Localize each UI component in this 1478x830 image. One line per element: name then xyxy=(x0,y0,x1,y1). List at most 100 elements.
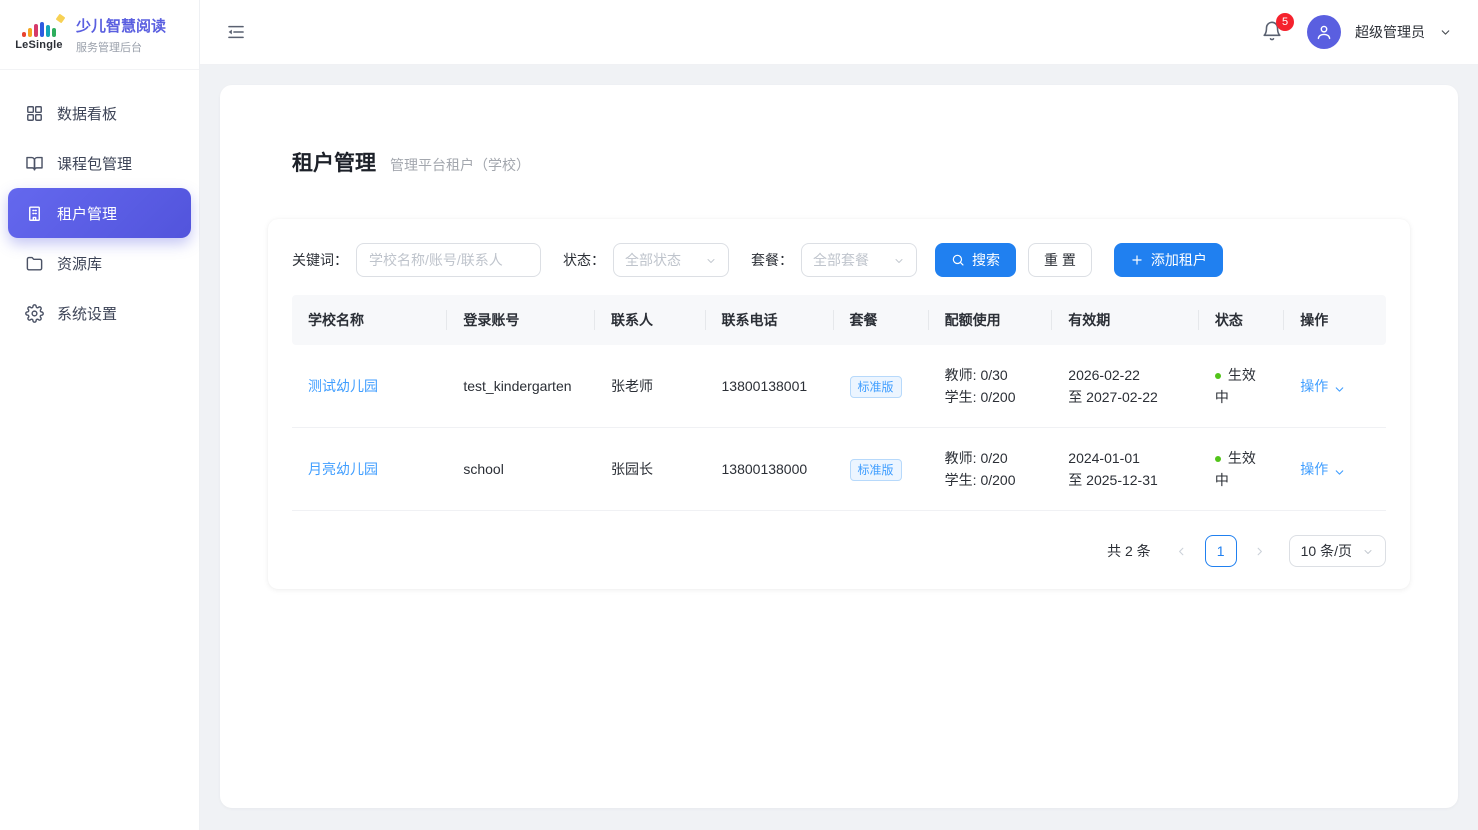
keyword-label: 关键词： xyxy=(292,250,348,270)
tenant-panel: 关键词： 状态： 全部状态 套餐： 全部套餐 xyxy=(268,219,1410,589)
main-content: 租户管理 管理平台租户（学校） 关键词： 状态： 全部状态 套餐： xyxy=(200,65,1478,830)
topbar: 5 超级管理员 xyxy=(200,0,1478,65)
contact-name: 张园长 xyxy=(595,428,705,511)
valid-from: 2026-02-22 xyxy=(1068,364,1183,386)
user-icon xyxy=(1315,23,1333,41)
row-actions-dropdown[interactable]: 操作 xyxy=(1300,458,1346,480)
add-tenant-button[interactable]: 添加租户 xyxy=(1114,243,1223,277)
page-card: 租户管理 管理平台租户（学校） 关键词： 状态： 全部状态 套餐： xyxy=(220,85,1458,808)
brand-title: 少儿智慧阅读 xyxy=(76,15,166,36)
status-label: 状态： xyxy=(563,250,605,270)
next-page-button[interactable] xyxy=(1245,536,1275,566)
quota-teachers: 教师: 0/30 xyxy=(945,364,1037,386)
search-button[interactable]: 搜索 xyxy=(935,243,1016,277)
quota-students: 学生: 0/200 xyxy=(945,469,1037,491)
chevron-down-icon xyxy=(1362,545,1374,557)
avatar[interactable] xyxy=(1307,15,1341,49)
page-size-select[interactable]: 10 条/页 xyxy=(1289,535,1386,567)
quota-teachers: 教师: 0/20 xyxy=(945,447,1037,469)
col-login-account: 登录账号 xyxy=(447,295,595,345)
col-school-name: 学校名称 xyxy=(292,295,447,345)
building-icon xyxy=(25,204,44,223)
lesingle-logo-icon: LeSingle xyxy=(12,19,66,51)
notifications-button[interactable]: 5 xyxy=(1261,20,1285,44)
table-header-row: 学校名称 登录账号 联系人 联系电话 套餐 配额使用 有效期 状态 操作 xyxy=(292,295,1386,345)
status-badge: 生效中 xyxy=(1215,450,1256,488)
status-cell: 生效中 xyxy=(1199,428,1284,511)
chevron-down-icon xyxy=(1333,380,1346,393)
col-contact: 联系人 xyxy=(595,295,705,345)
school-name-link[interactable]: 月亮幼儿园 xyxy=(308,461,378,477)
status-select-value: 全部状态 xyxy=(625,250,681,270)
user-menu-chevron-down-icon[interactable] xyxy=(1439,26,1452,39)
chevron-down-icon xyxy=(893,254,905,266)
keyword-input[interactable] xyxy=(356,243,541,277)
sidebar-item-tenants[interactable]: 租户管理 xyxy=(8,188,191,238)
status-cell: 生效中 xyxy=(1199,345,1284,428)
quota-cell: 教师: 0/30 学生: 0/200 xyxy=(929,345,1053,428)
plan-select[interactable]: 全部套餐 xyxy=(801,243,917,277)
table-row: 月亮幼儿园 school 张园长 13800138000 标准版 教师: 0/2… xyxy=(292,428,1386,511)
col-validity: 有效期 xyxy=(1052,295,1199,345)
sidebar-item-resources[interactable]: 资源库 xyxy=(8,238,191,288)
quota-cell: 教师: 0/20 学生: 0/200 xyxy=(929,428,1053,511)
login-account: test_kindergarten xyxy=(447,345,595,428)
status-badge: 生效中 xyxy=(1215,367,1256,405)
status-dot-icon xyxy=(1215,456,1221,462)
prev-page-button[interactable] xyxy=(1167,536,1197,566)
valid-from: 2024-01-01 xyxy=(1068,447,1183,469)
plus-icon xyxy=(1130,253,1144,267)
folder-icon xyxy=(25,254,44,273)
col-actions: 操作 xyxy=(1284,295,1386,345)
reset-button[interactable]: 重 置 xyxy=(1028,243,1092,277)
page-number-button[interactable]: 1 xyxy=(1205,535,1237,567)
col-plan: 套餐 xyxy=(834,295,929,345)
status-select[interactable]: 全部状态 xyxy=(613,243,729,277)
book-icon xyxy=(25,154,44,173)
valid-to: 至 2027-02-22 xyxy=(1068,386,1183,408)
logo-wordmark: LeSingle xyxy=(15,39,62,51)
sidebar-menu: 数据看板 课程包管理 租户管理 资源库 系统设置 xyxy=(0,70,199,356)
pagination: 共 2 条 1 10 条/页 xyxy=(292,535,1386,567)
page-subtitle: 管理平台租户（学校） xyxy=(390,155,530,175)
status-dot-icon xyxy=(1215,373,1221,379)
plan-tag: 标准版 xyxy=(850,459,902,481)
contact-phone: 13800138000 xyxy=(706,428,834,511)
tenant-table: 学校名称 登录账号 联系人 联系电话 套餐 配额使用 有效期 状态 操作 xyxy=(292,295,1386,511)
page-size-value: 10 条/页 xyxy=(1301,541,1352,561)
plan-tag: 标准版 xyxy=(850,376,902,398)
filter-bar: 关键词： 状态： 全部状态 套餐： 全部套餐 xyxy=(292,243,1386,277)
sidebar-item-label: 课程包管理 xyxy=(57,153,132,174)
quota-students: 学生: 0/200 xyxy=(945,386,1037,408)
plan-select-value: 全部套餐 xyxy=(813,250,869,270)
gear-icon xyxy=(25,304,44,323)
col-quota: 配额使用 xyxy=(929,295,1053,345)
sidebar-item-settings[interactable]: 系统设置 xyxy=(8,288,191,338)
brand-subtitle: 服务管理后台 xyxy=(76,39,166,55)
logo-bars-icon xyxy=(22,19,56,37)
app-root: LeSingle 少儿智慧阅读 服务管理后台 数据看板 课程包管理 租户管理 xyxy=(0,0,1478,830)
valid-to: 至 2025-12-31 xyxy=(1068,469,1183,491)
notification-badge: 5 xyxy=(1276,13,1294,31)
sidebar: LeSingle 少儿智慧阅读 服务管理后台 数据看板 课程包管理 租户管理 xyxy=(0,0,200,830)
col-phone: 联系电话 xyxy=(706,295,834,345)
chevron-left-icon xyxy=(1175,545,1188,558)
page-title: 租户管理 xyxy=(292,147,376,177)
sidebar-item-label: 数据看板 xyxy=(57,103,117,124)
sidebar-item-label: 租户管理 xyxy=(57,203,117,224)
chevron-right-icon xyxy=(1253,545,1266,558)
contact-phone: 13800138001 xyxy=(706,345,834,428)
sidebar-collapse-icon[interactable] xyxy=(226,22,246,42)
validity-cell: 2026-02-22 至 2027-02-22 xyxy=(1052,345,1199,428)
sidebar-item-label: 资源库 xyxy=(57,253,102,274)
row-actions-dropdown[interactable]: 操作 xyxy=(1300,375,1346,397)
col-status: 状态 xyxy=(1199,295,1284,345)
table-row: 测试幼儿园 test_kindergarten 张老师 13800138001 … xyxy=(292,345,1386,428)
sidebar-item-course-packages[interactable]: 课程包管理 xyxy=(8,138,191,188)
school-name-link[interactable]: 测试幼儿园 xyxy=(308,378,378,394)
user-name[interactable]: 超级管理员 xyxy=(1355,22,1425,42)
sidebar-item-dashboard[interactable]: 数据看板 xyxy=(8,88,191,138)
pagination-total: 共 2 条 xyxy=(1107,541,1151,561)
plan-label: 套餐： xyxy=(751,250,793,270)
chevron-down-icon xyxy=(705,254,717,266)
